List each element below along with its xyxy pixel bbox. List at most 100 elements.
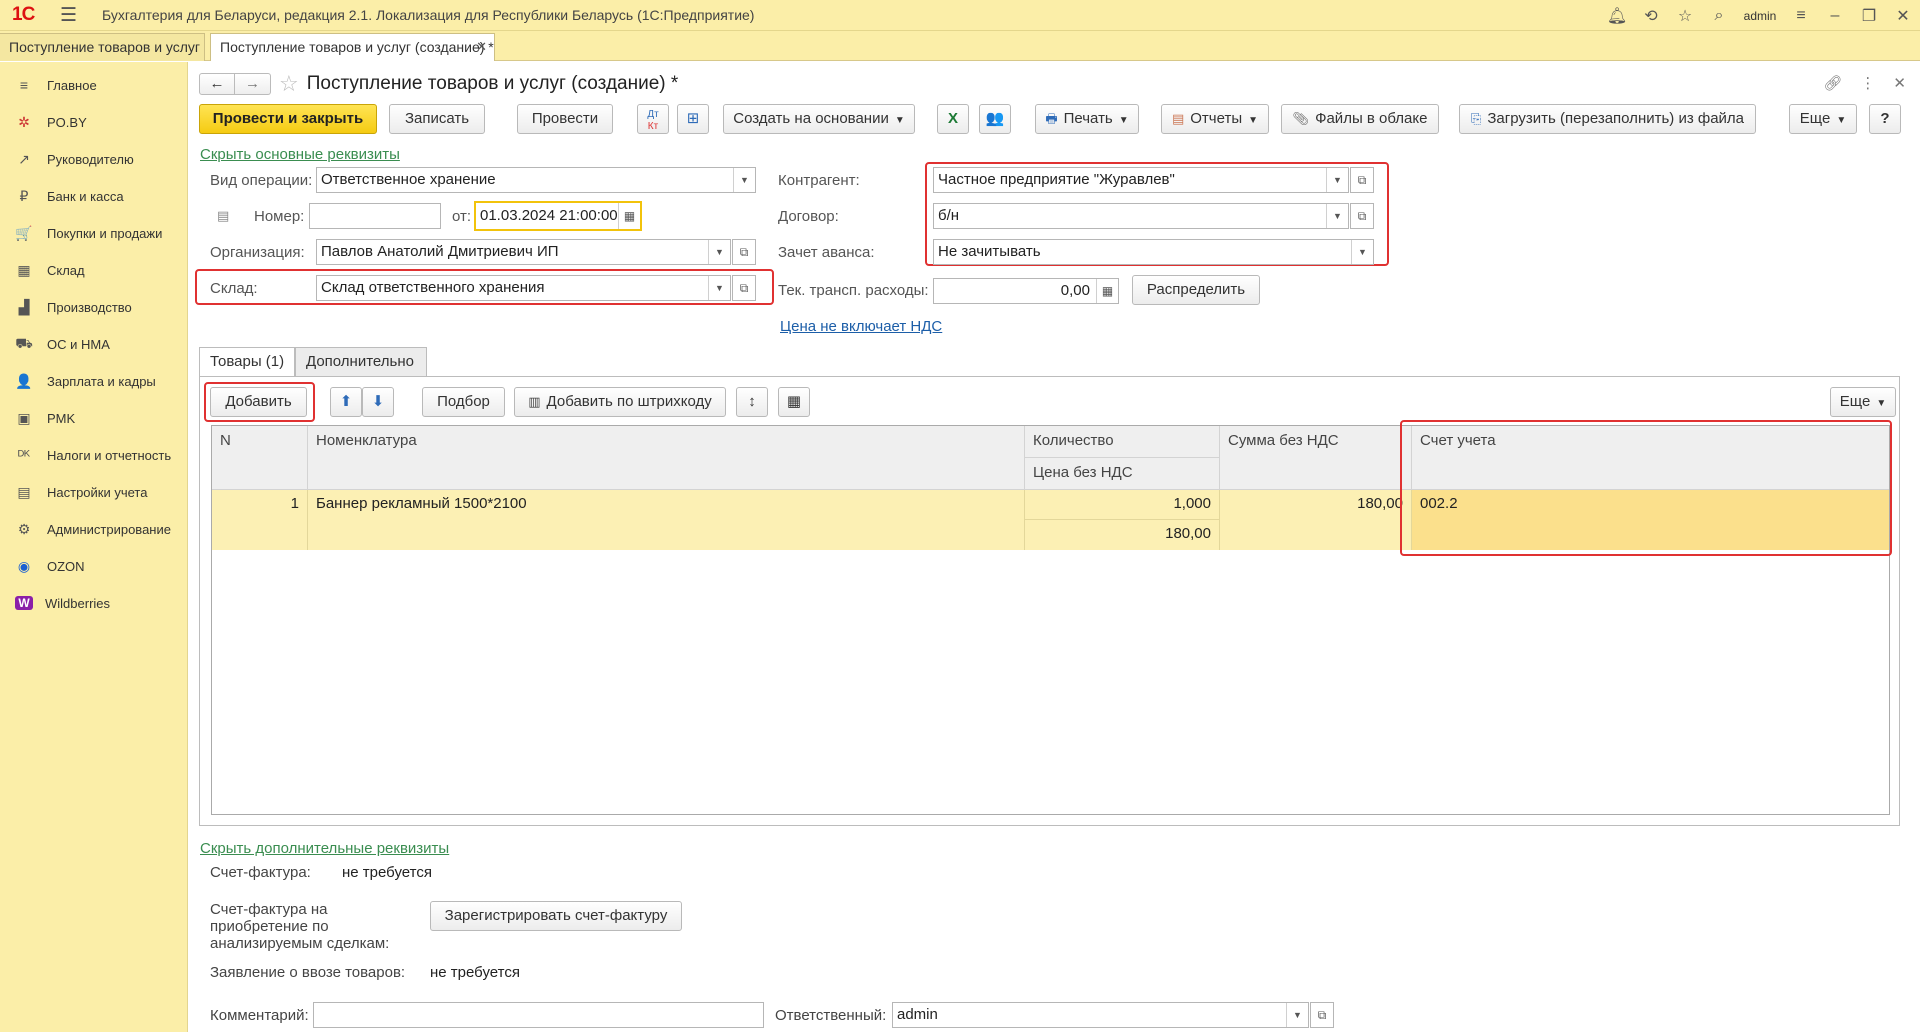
user-name[interactable]: admin [1736,9,1784,23]
favorite-star-icon[interactable]: ☆ [279,71,299,97]
open-organization-icon[interactable]: ⧉ [732,239,756,265]
structure-icon[interactable]: ⊞ [677,104,709,134]
link-icon[interactable]: 🔗︎ [1823,74,1842,92]
sidebar-item-ozon[interactable]: ◉ OZON [0,551,188,581]
help-button[interactable]: ? [1869,104,1901,134]
cloud-files-button[interactable]: 📎︎ Файлы в облаке [1281,104,1439,134]
forward-arrow-icon[interactable]: → [235,73,271,95]
comment-input[interactable] [313,1002,764,1028]
counterparty-select[interactable]: Частное предприятие "Журавлев" ▼ [933,167,1349,193]
close-icon[interactable]: ✕ [1886,6,1920,26]
expand-rows-icon[interactable]: ↕ [736,387,768,417]
more-button[interactable]: Еще ▼ [1789,104,1857,134]
tab-goods[interactable]: Товары (1) [199,347,295,377]
chevron-down-icon[interactable]: ▼ [708,240,730,264]
warehouse-select[interactable]: Склад ответственного хранения ▼ [316,275,731,301]
sidebar-item-manager[interactable]: ↗ Руководителю [0,144,188,174]
1c-logo-icon[interactable]: 1С [12,4,46,26]
chevron-down-icon[interactable]: ▼ [733,168,755,192]
row-sum[interactable]: 180,00 [1220,490,1412,550]
open-contract-icon[interactable]: ⧉ [1350,203,1374,229]
add-by-barcode-button[interactable]: ▥ Добавить по штрихкоду [514,387,726,417]
move-down-icon[interactable]: ⬇ [362,387,394,417]
ozon-icon: ◉ [17,557,31,574]
goods-more-button[interactable]: Еще ▼ [1830,387,1896,417]
column-header-n[interactable]: N [212,426,308,490]
history-icon[interactable]: ⟲ [1634,6,1668,26]
favorites-star-icon[interactable]: ☆ [1668,6,1702,26]
chevron-down-icon[interactable]: ▼ [708,276,730,300]
excel-icon[interactable]: X [937,104,969,134]
post-and-close-button[interactable]: Провести и закрыть [199,104,377,134]
open-responsible-icon[interactable]: ⧉ [1310,1002,1334,1028]
calendar-icon[interactable]: ▦ [618,203,640,229]
chevron-down-icon[interactable]: ▼ [1351,240,1373,264]
back-arrow-icon[interactable]: ← [199,73,235,95]
pick-button[interactable]: Подбор [422,387,505,417]
column-header-price[interactable]: Цена без НДС [1025,458,1220,490]
calculator-icon[interactable]: ▦ [1096,279,1118,303]
sidebar-item-pmk[interactable]: ▣ PMK [0,403,188,433]
main-menu-icon[interactable]: ☰ [60,4,82,27]
date-input[interactable]: 01.03.2024 21:00:00 ▦ [474,201,642,231]
chevron-down-icon[interactable]: ▼ [1286,1003,1308,1027]
bell-icon[interactable]: 🔔︎ [1600,6,1634,26]
hide-extra-attributes-link[interactable]: Скрыть дополнительные реквизиты [200,840,449,857]
sidebar-item-administration[interactable]: ⚙ Администрирование [0,514,188,544]
tab-additional[interactable]: Дополнительно [295,347,427,377]
organization-select[interactable]: Павлов Анатолий Дмитриевич ИП ▼ [316,239,731,265]
more-vertical-icon[interactable]: ⋮ [1860,74,1875,92]
contract-select[interactable]: б/н ▼ [933,203,1349,229]
sidebar-item-poby[interactable]: ✲ PO.BY [0,107,188,137]
sidebar-item-purchases-sales[interactable]: 🛒 Покупки и продажи [0,218,188,248]
transport-costs-input[interactable]: 0,00 ▦ [933,278,1119,304]
tab-receipt-create[interactable]: Поступление товаров и услуг (создание) *… [210,33,495,61]
add-row-button[interactable]: Добавить [210,387,307,417]
tab-close-icon[interactable]: ✕ [476,34,487,60]
row-item[interactable]: Баннер рекламный 1500*2100 [308,490,1025,550]
responsible-select[interactable]: admin ▼ [892,1002,1309,1028]
sidebar-item-salary[interactable]: 👤 Зарплата и кадры [0,366,188,396]
table-settings-icon[interactable]: ▦ [778,387,810,417]
tab-receipts-list[interactable]: Поступление товаров и услуг [0,33,205,61]
print-button[interactable]: 🖶 Печать ▼ [1035,104,1139,134]
number-input[interactable] [309,203,441,229]
minimize-icon[interactable]: – [1818,7,1852,25]
sidebar-item-accounting-settings[interactable]: ▤ Настройки учета [0,477,188,507]
sidebar-item-bank[interactable]: ₽ Банк и касса [0,181,188,211]
sidebar-item-production[interactable]: ▟ Производство [0,292,188,322]
load-from-file-button[interactable]: ⎘ Загрузить (перезаполнить) из файла [1459,104,1756,134]
close-form-icon[interactable]: ✕ [1893,74,1906,92]
chevron-down-icon[interactable]: ▼ [1326,168,1348,192]
chevron-down-icon[interactable]: ▼ [1326,204,1348,228]
post-button[interactable]: Провести [517,104,613,134]
reports-button[interactable]: ▤ Отчеты ▼ [1161,104,1269,134]
register-invoice-button[interactable]: Зарегистрировать счет-фактуру [430,901,682,931]
save-button[interactable]: Записать [389,104,485,134]
search-icon[interactable]: ⌕ [1702,7,1736,25]
advance-select[interactable]: Не зачитывать ▼ [933,239,1374,265]
open-warehouse-icon[interactable]: ⧉ [732,275,756,301]
move-up-icon[interactable]: ⬆ [330,387,362,417]
distribute-button[interactable]: Распределить [1132,275,1260,305]
hide-main-attributes-link[interactable]: Скрыть основные реквизиты [200,146,400,163]
sidebar-item-main[interactable]: ≡ Главное [0,70,188,100]
create-based-on-button[interactable]: Создать на основании ▼ [723,104,915,134]
column-header-item[interactable]: Номенклатура [308,426,1025,490]
settings-menu-icon[interactable]: ≡ [1784,7,1818,25]
users-icon[interactable]: 👥 [979,104,1011,134]
sidebar-item-warehouse[interactable]: ▦ Склад [0,255,188,285]
operation-type-select[interactable]: Ответственное хранение ▼ [316,167,756,193]
vat-excluded-link[interactable]: Цена не включает НДС [780,318,942,335]
sidebar-item-taxes[interactable]: ᴰᴷ Налоги и отчетность [0,440,188,470]
sidebar-item-assets[interactable]: ⛟ ОС и НМА [0,329,188,359]
row-price[interactable]: 180,00 [1025,520,1220,550]
dt-kt-icon[interactable]: Дт Кт [637,104,669,134]
column-header-quantity[interactable]: Количество [1025,426,1220,458]
row-quantity[interactable]: 1,000 [1025,490,1220,520]
sidebar-item-wildberries[interactable]: W Wildberries [0,588,188,618]
load-from-file-label: Загрузить (перезаполнить) из файла [1487,110,1745,127]
restore-icon[interactable]: ❐ [1852,6,1886,26]
open-counterparty-icon[interactable]: ⧉ [1350,167,1374,193]
column-header-sum[interactable]: Сумма без НДС [1220,426,1412,490]
